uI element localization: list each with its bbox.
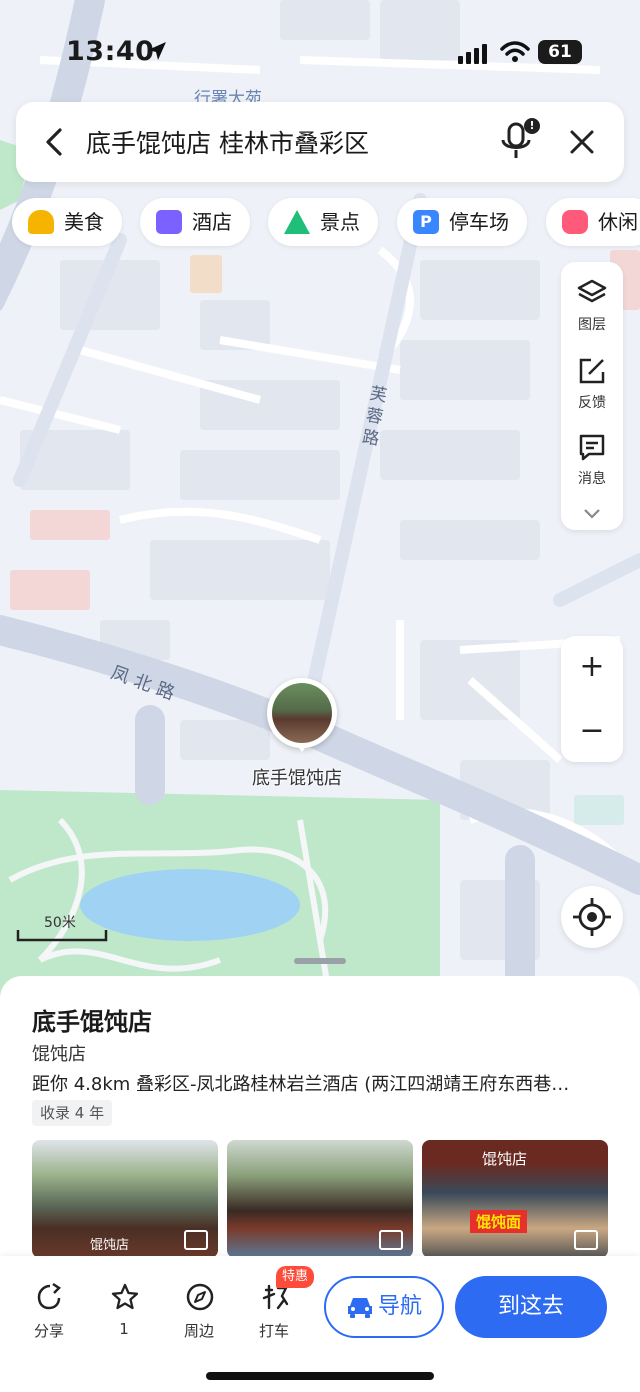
chip-label: 停车场 (449, 210, 509, 234)
compass-icon (186, 1283, 214, 1311)
layers-label: 图层 (578, 317, 606, 333)
chip-label: 酒店 (192, 210, 232, 234)
category-chips: 美食 酒店 景点 P 停车场 休闲 (12, 198, 640, 246)
chip-food[interactable]: 美食 (12, 198, 122, 246)
mountain-icon (284, 210, 310, 234)
battery-indicator: 61 (538, 40, 582, 64)
action-bar: 分享 1 周边 打车 特惠 导航 到这去 (0, 1256, 640, 1392)
taxi-label: 打车 (258, 1322, 289, 1340)
chevron-down-icon[interactable] (583, 508, 601, 520)
layers-icon (577, 279, 607, 303)
poi-marker-label: 底手馄饨店 (252, 768, 342, 789)
messages-label: 消息 (578, 471, 606, 487)
zoom-controls: + − (561, 636, 623, 762)
photo-sign-text: 馄饨店 (482, 1150, 528, 1168)
navigate-button[interactable]: 导航 (324, 1276, 444, 1338)
crosshair-icon (573, 898, 611, 936)
mic-notice-badge: ! (524, 118, 540, 134)
nearby-button[interactable]: 周边 (169, 1280, 229, 1344)
edit-icon (579, 358, 605, 384)
messages-button[interactable]: 消息 (561, 422, 623, 498)
chip-parking[interactable]: P 停车场 (397, 198, 527, 246)
poi-photos: 馄饨店 馄饨店 馄饨面 (32, 1140, 612, 1258)
gallery-icon (574, 1230, 598, 1250)
chip-label: 休闲 (598, 210, 638, 234)
share-icon (37, 1282, 61, 1310)
gamepad-icon (562, 210, 588, 234)
feedback-label: 反馈 (578, 395, 606, 411)
wifi-icon (500, 41, 530, 62)
poi-map-marker[interactable] (267, 678, 337, 752)
poi-title: 底手馄饨店 (32, 1008, 152, 1036)
poi-years-tag: 收录 4 年 (32, 1100, 113, 1126)
poi-photo[interactable] (227, 1140, 413, 1258)
star-icon (111, 1283, 139, 1310)
search-query-text[interactable]: 底手馄饨店 桂林市叠彩区 (86, 124, 369, 160)
location-arrow-icon (148, 42, 166, 60)
gallery-icon (379, 1230, 403, 1250)
taxi-promo-badge: 特惠 (276, 1266, 315, 1288)
go-here-button[interactable]: 到这去 (455, 1276, 607, 1338)
taxi-button[interactable]: 打车 (244, 1280, 304, 1344)
status-bar: 13:40 61 (0, 0, 640, 100)
hotel-icon (156, 210, 182, 234)
feedback-button[interactable]: 反馈 (561, 346, 623, 422)
chip-scenic[interactable]: 景点 (268, 198, 378, 246)
share-button[interactable]: 分享 (19, 1280, 79, 1344)
zoom-out-button[interactable]: − (561, 700, 623, 762)
poi-distance-address[interactable]: 距你 4.8km 叠彩区-凤北路桂林岩兰酒店 (两江四湖靖王府东西巷… (32, 1070, 602, 1096)
food-icon (28, 210, 54, 234)
parking-icon: P (413, 210, 439, 234)
sheet-drag-handle[interactable] (294, 958, 346, 964)
layers-button[interactable]: 图层 (561, 268, 623, 344)
map-scale: 50米 (16, 912, 108, 942)
zoom-in-button[interactable]: + (561, 636, 623, 698)
photo-sign-text: 馄饨店 (90, 1238, 130, 1253)
poi-category: 馄饨店 (32, 1044, 86, 1065)
poi-marker-photo (272, 683, 332, 743)
status-time: 13:40 (66, 36, 155, 67)
close-icon[interactable] (564, 124, 600, 160)
chip-leisure[interactable]: 休闲 (546, 198, 640, 246)
home-indicator[interactable] (206, 1372, 434, 1380)
search-bar[interactable]: 底手馄饨店 桂林市叠彩区 ! (16, 102, 624, 182)
back-arrow-icon[interactable] (38, 124, 74, 160)
gallery-icon (184, 1230, 208, 1250)
navigate-label: 导航 (378, 1294, 423, 1319)
nearby-label: 周边 (183, 1322, 214, 1340)
share-label: 分享 (33, 1322, 64, 1340)
car-icon (348, 1298, 372, 1318)
favorite-button[interactable]: 1 (94, 1280, 154, 1344)
cellular-signal-icon (458, 44, 487, 64)
chip-label: 美食 (64, 210, 104, 234)
photo-sign-text: 馄饨面 (470, 1210, 528, 1233)
map-tools-panel: 图层 反馈 消息 (561, 262, 623, 530)
locate-me-button[interactable] (561, 886, 623, 948)
poi-photo[interactable]: 馄饨店 馄饨面 (422, 1140, 608, 1258)
chip-hotel[interactable]: 酒店 (140, 198, 250, 246)
chip-label: 景点 (320, 210, 360, 234)
message-icon (579, 434, 605, 461)
poi-photo[interactable]: 馄饨店 (32, 1140, 218, 1258)
favorite-count: 1 (119, 1320, 129, 1338)
